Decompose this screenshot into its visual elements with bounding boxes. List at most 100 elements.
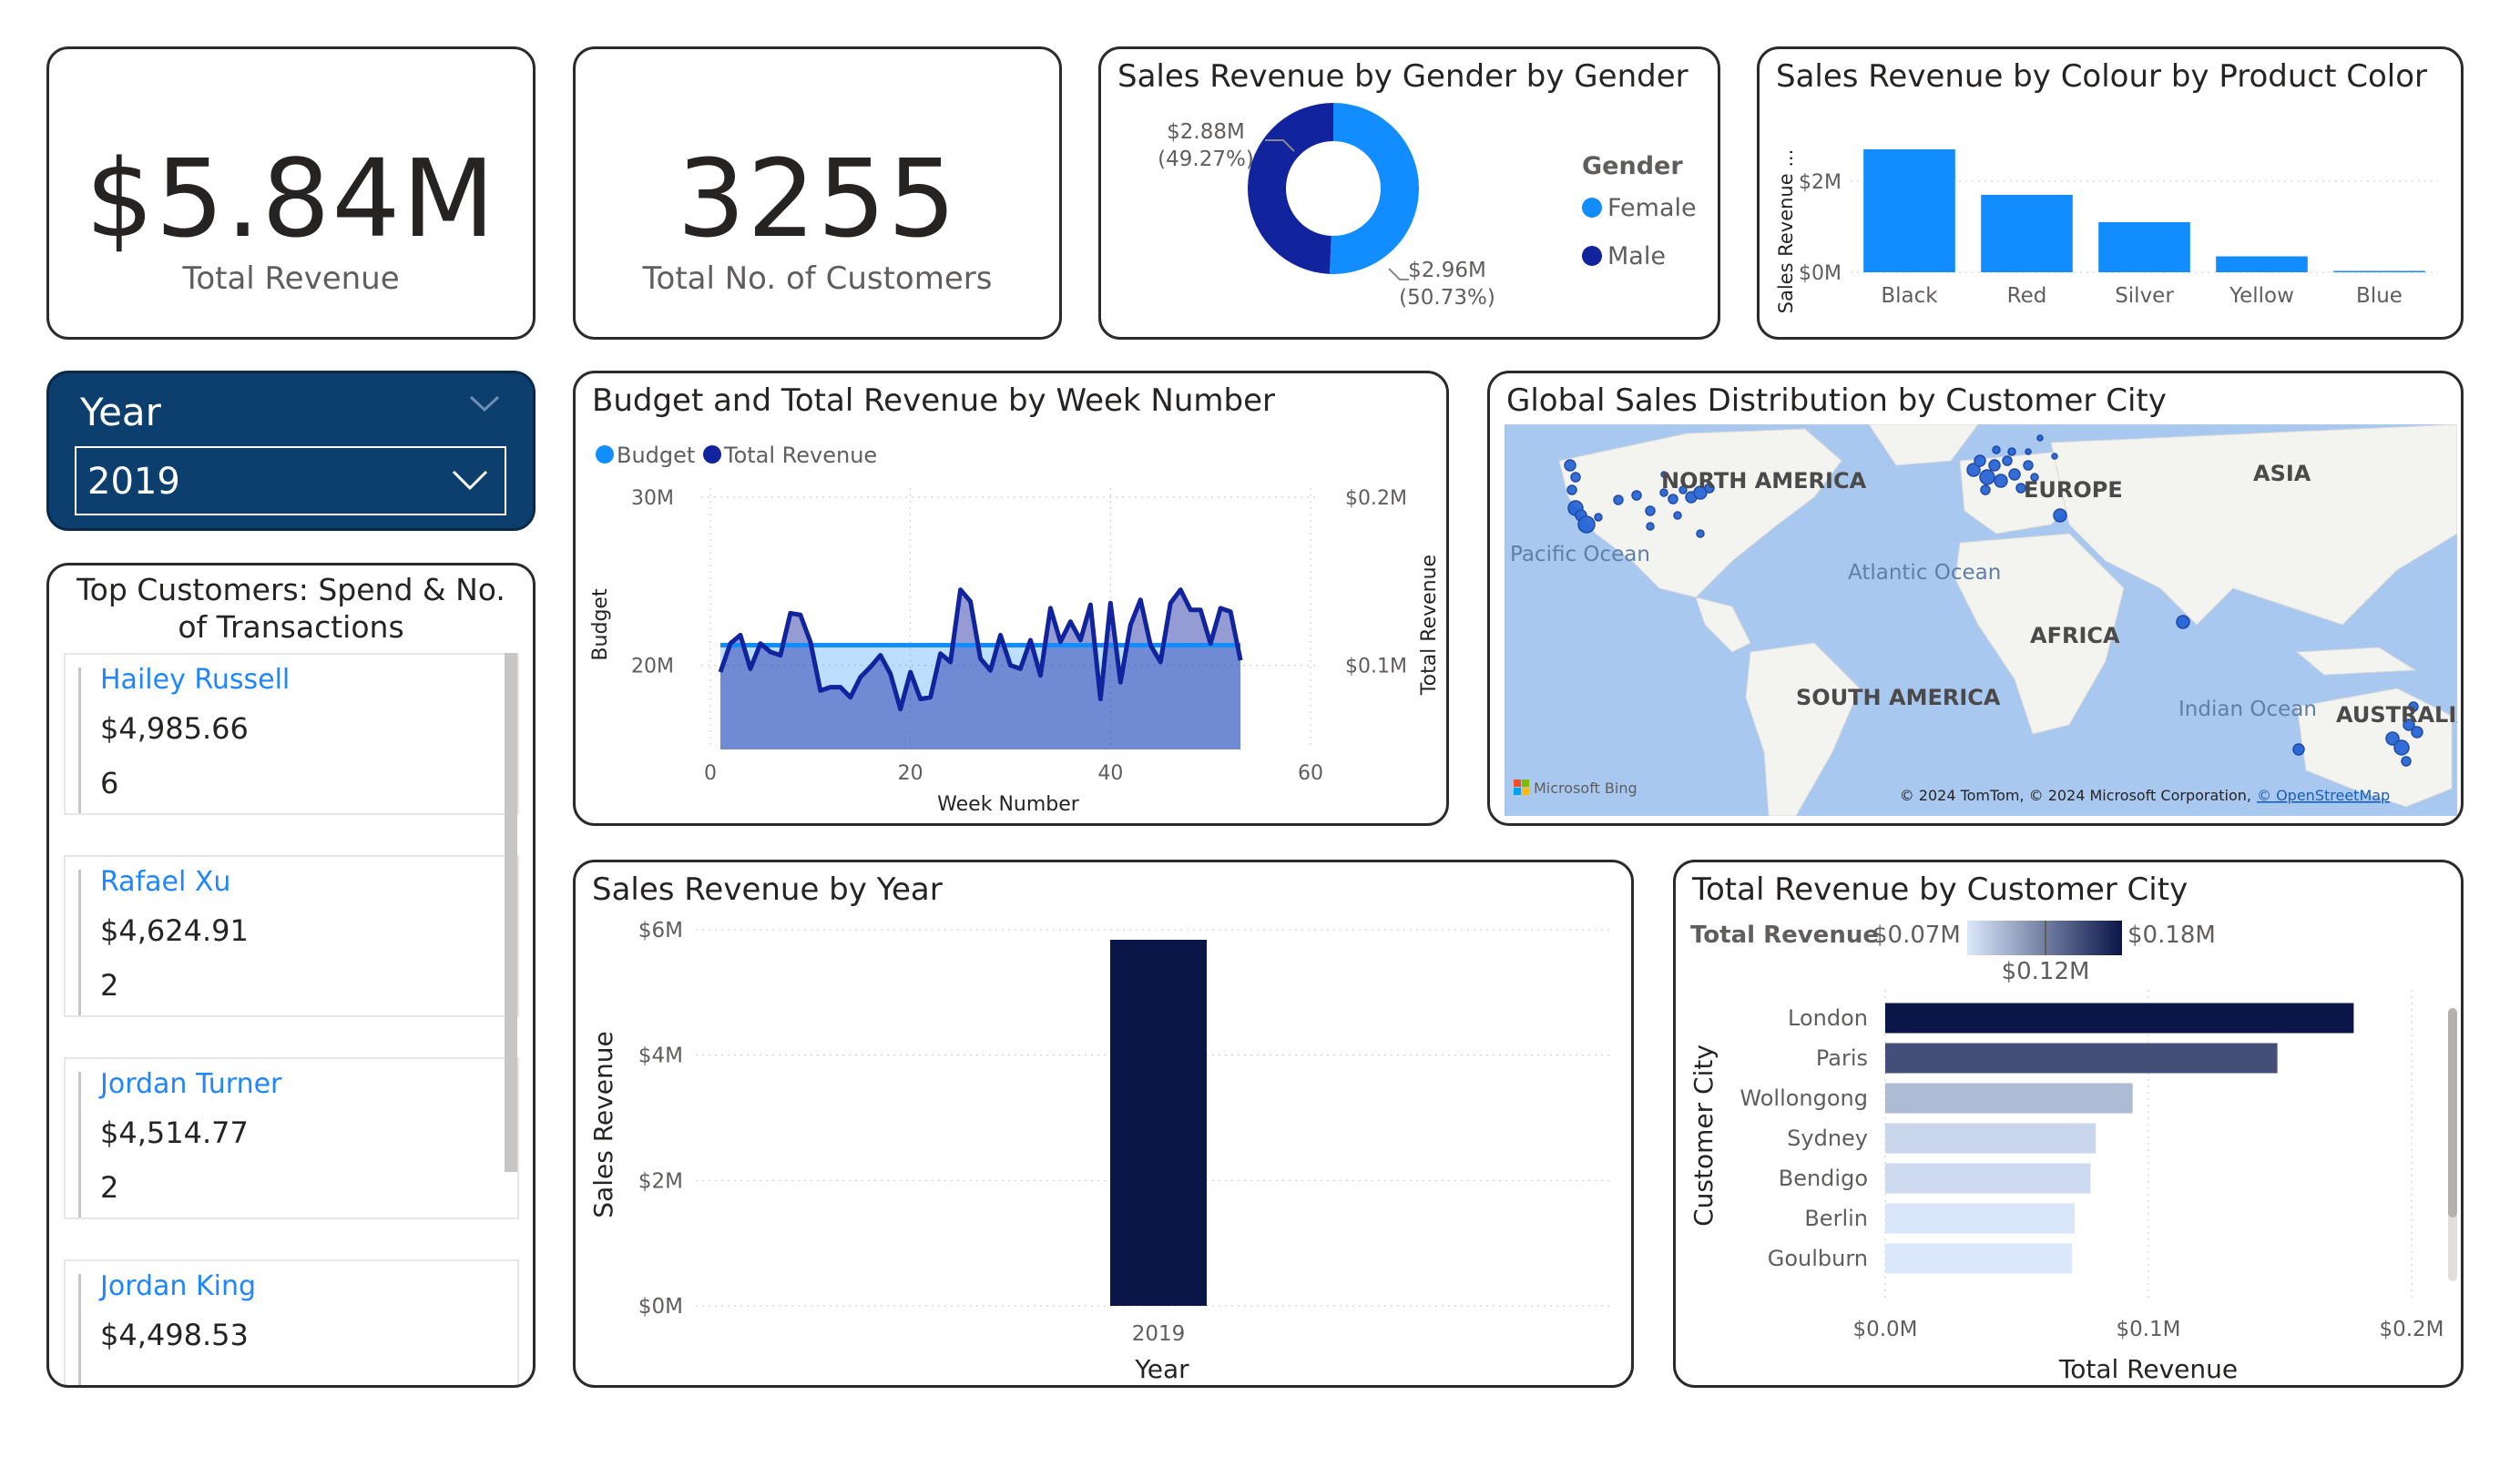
y-tick-label: Bendigo: [1779, 1166, 1868, 1191]
city-marker[interactable]: [2025, 448, 2032, 455]
gender-donut-chart: $2.88M (49.27%) $2.96M (50.73%) Gender F…: [1158, 103, 1697, 310]
city-marker[interactable]: [1668, 494, 1678, 504]
donut-slice-male[interactable]: [1248, 103, 1334, 274]
bar-wollongong[interactable]: [1885, 1083, 2133, 1114]
x-tick-label: 40: [1097, 762, 1123, 785]
city-marker[interactable]: [2053, 508, 2067, 523]
city-marker[interactable]: [2007, 447, 2016, 456]
y-tick-label: Berlin: [1804, 1206, 1868, 1231]
male-value-label: $2.88M: [1167, 120, 1245, 144]
customer-name[interactable]: Jordan King: [100, 1270, 256, 1302]
chevron-down-icon[interactable]: [452, 468, 488, 492]
legend-revenue-label[interactable]: Total Revenue: [723, 443, 877, 468]
city-marker[interactable]: [1564, 459, 1576, 472]
city-marker[interactable]: [1988, 459, 2001, 472]
list-scrollbar[interactable]: [505, 653, 517, 1172]
city-marker[interactable]: [2008, 468, 2021, 481]
y-tick-label: $2M: [1799, 171, 1842, 194]
world-map[interactable]: NORTH AMERICA EUROPE ASIA AFRICA SOUTH A…: [1505, 423, 2461, 817]
year-slicer: Year 2019: [46, 371, 536, 531]
bar-berlin[interactable]: [1885, 1203, 2076, 1234]
city-marker[interactable]: [1992, 445, 2001, 454]
bar-black[interactable]: [1863, 149, 1955, 272]
city-marker[interactable]: [1979, 469, 1995, 485]
legend-budget-label[interactable]: Budget: [617, 443, 695, 468]
city-marker[interactable]: [1980, 484, 1991, 495]
year-dropdown-value: 2019: [87, 461, 180, 503]
y-tick-label: Wollongong: [1740, 1085, 1868, 1111]
bar-goulburn[interactable]: [1885, 1243, 2073, 1274]
city-marker[interactable]: [2292, 743, 2305, 756]
city-marker[interactable]: [1645, 505, 1656, 516]
card-accent-bar: [78, 870, 81, 1015]
collapse-chevron-icon[interactable]: [469, 393, 500, 413]
map-label-atlantic: Atlantic Ocean: [1848, 561, 2001, 585]
bar-bendigo[interactable]: [1885, 1163, 2091, 1194]
customer-card[interactable]: Hailey Russell $4,985.66 6: [64, 653, 519, 815]
x-tick-label: $0.1M: [2116, 1318, 2180, 1341]
right-y-tick-label: $0.1M: [1345, 656, 1407, 678]
city-marker[interactable]: [1577, 515, 1596, 534]
city-marker[interactable]: [1570, 472, 1581, 483]
bar-yellow[interactable]: [2216, 256, 2308, 273]
y-tick-label: Sydney: [1787, 1126, 1868, 1151]
city-marker[interactable]: [1994, 474, 2008, 488]
customer-name[interactable]: Hailey Russell: [100, 664, 290, 696]
customer-spend: $4,985.66: [100, 711, 249, 746]
total-customers-card: 3255 Total No. of Customers: [573, 46, 1062, 340]
city-marker[interactable]: [2401, 756, 2412, 767]
bar-paris[interactable]: [1885, 1043, 2278, 1074]
legend-female-label[interactable]: Female: [1607, 194, 1697, 222]
customer-card[interactable]: Jordan Turner $4,514.77 2: [64, 1057, 519, 1219]
year-slicer-title: Year: [80, 390, 161, 434]
city-marker[interactable]: [1673, 511, 1682, 520]
legend-male-marker: [1582, 246, 1602, 266]
bar-red[interactable]: [1981, 195, 2073, 272]
customer-name[interactable]: Jordan Turner: [100, 1068, 281, 1100]
city-y-axis-title: Customer City: [1689, 1044, 1719, 1227]
world-map-canvas[interactable]: NORTH AMERICA EUROPE ASIA AFRICA SOUTH A…: [1505, 423, 2461, 817]
year-dropdown[interactable]: 2019: [75, 446, 506, 515]
week-right-axis-title: Total Revenue: [1418, 555, 1441, 696]
city-marker[interactable]: [2051, 453, 2058, 460]
bar-london[interactable]: [1885, 1003, 2354, 1034]
city-marker[interactable]: [1974, 454, 1986, 467]
bar-blue[interactable]: [2333, 270, 2425, 273]
customer-transactions: 6: [100, 766, 119, 800]
city-marker[interactable]: [2393, 739, 2410, 756]
city-marker[interactable]: [2002, 455, 2013, 466]
colour-y-axis-title: Sales Revenue ...: [1775, 149, 1797, 314]
list-scrollbar-thumb[interactable]: [505, 653, 517, 1172]
city-legend-label: Total Revenue: [1690, 922, 1879, 949]
x-tick-label: 2019: [1132, 1322, 1186, 1346]
bar-sydney[interactable]: [1885, 1123, 2097, 1154]
total-revenue-label: Total Revenue: [182, 260, 400, 297]
bar-silver[interactable]: [2098, 222, 2190, 272]
city-marker[interactable]: [1613, 494, 1624, 505]
bar-2019[interactable]: [1110, 940, 1207, 1306]
donut-slice-female[interactable]: [1329, 103, 1419, 274]
city-marker[interactable]: [2411, 726, 2423, 739]
city-marker[interactable]: [2176, 615, 2190, 629]
right-y-tick-label: $0.2M: [1345, 487, 1407, 510]
customer-card[interactable]: Rafael Xu $4,624.91 2: [64, 855, 519, 1017]
customer-card[interactable]: Jordan King $4,498.53: [64, 1259, 519, 1385]
city-marker[interactable]: [2036, 434, 2044, 442]
city-marker[interactable]: [1566, 484, 1577, 495]
city-marker[interactable]: [1594, 513, 1603, 522]
city-marker[interactable]: [2023, 460, 2034, 471]
total-revenue-card: $5.84M Total Revenue: [46, 46, 536, 340]
city-marker[interactable]: [1696, 529, 1705, 538]
female-value-label: $2.96M: [1408, 259, 1486, 282]
x-tick-label: $0.2M: [2379, 1318, 2443, 1341]
legend-male-label[interactable]: Male: [1607, 242, 1666, 270]
customer-name[interactable]: Rafael Xu: [100, 866, 230, 898]
city-chart-card: Total Revenue by Customer City Total Rev…: [1673, 860, 2464, 1388]
y-tick-label: Goulburn: [1768, 1246, 1868, 1271]
card-accent-bar: [78, 1274, 81, 1385]
city-marker[interactable]: [1631, 490, 1642, 501]
map-attribution-link[interactable]: © OpenStreetMap: [2257, 787, 2390, 804]
city-scrollbar-thumb[interactable]: [2448, 1008, 2457, 1218]
city-marker[interactable]: [1646, 522, 1655, 531]
map-title: Global Sales Distribution by Customer Ci…: [1506, 382, 2167, 419]
